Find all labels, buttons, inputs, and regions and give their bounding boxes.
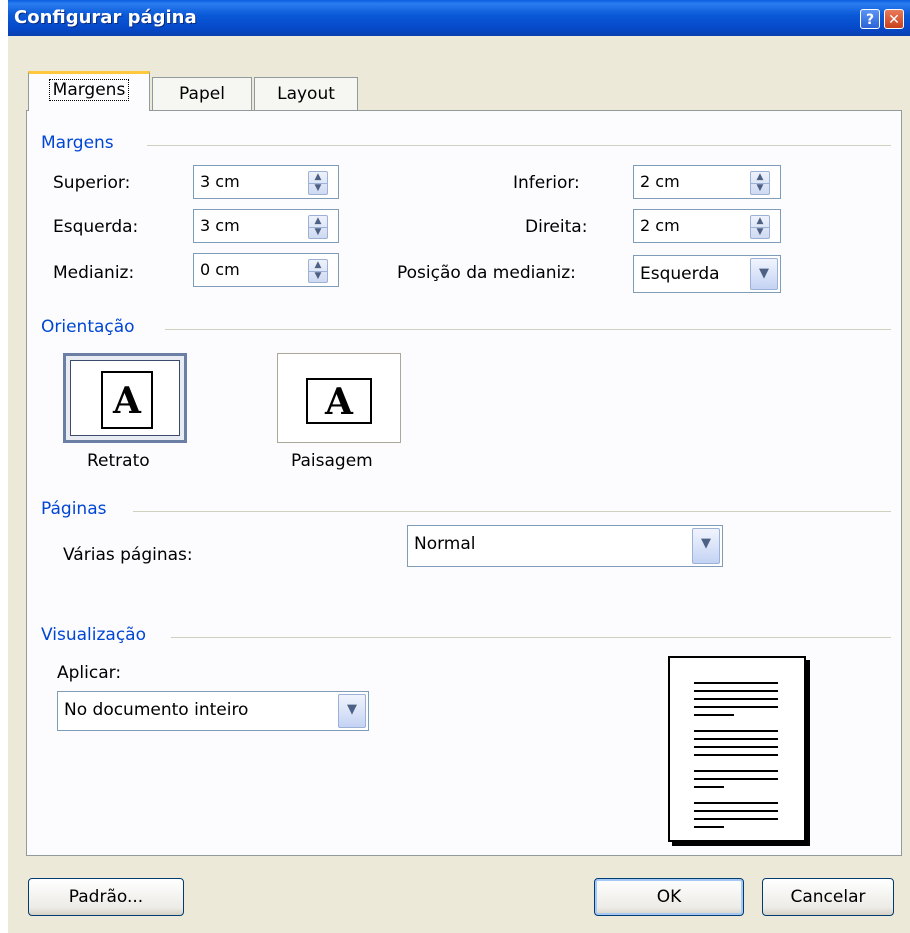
preview-group-divider	[171, 637, 891, 638]
gutter-value: 0 cm	[200, 260, 240, 279]
apply-to-select[interactable]: No documento inteiro ▼	[57, 691, 369, 731]
bottom-margin-value: 2 cm	[640, 172, 680, 191]
tab-margens-label: Margens	[48, 79, 130, 101]
orientation-group-divider	[165, 329, 891, 330]
portrait-option[interactable]: A	[63, 353, 187, 443]
preview-text-line	[694, 818, 778, 820]
top-margin-label: Superior:	[53, 173, 131, 193]
preview-text-line	[694, 754, 778, 756]
close-icon[interactable]: ✕	[884, 9, 904, 29]
preview-text-line	[694, 682, 778, 684]
spinner-arrows-icon[interactable]: ▲ ▼	[308, 259, 328, 283]
margins-group-label: Margens	[41, 133, 114, 153]
tab-layout[interactable]: Layout	[254, 77, 358, 111]
multiple-pages-select[interactable]: Normal ▼	[407, 525, 723, 567]
preview-group-label: Visualização	[41, 625, 146, 645]
preview-text-line	[694, 738, 778, 740]
tab-papel[interactable]: Papel	[152, 77, 252, 111]
dialog-title: Configurar página	[14, 7, 197, 28]
gutter-label: Medianiz:	[53, 263, 135, 283]
cancel-button[interactable]: Cancelar	[762, 878, 894, 916]
title-bar[interactable]: Configurar página ? ✕	[8, 0, 910, 36]
right-margin-value: 2 cm	[640, 216, 680, 235]
chevron-down-icon[interactable]: ▼	[338, 694, 366, 728]
spinner-arrows-icon[interactable]: ▲ ▼	[750, 215, 770, 239]
preview-text-line	[694, 746, 778, 748]
ok-button[interactable]: OK	[594, 878, 744, 916]
spinner-arrows-icon[interactable]: ▲ ▼	[308, 215, 328, 239]
gutter-position-label: Posição da medianiz:	[397, 263, 576, 283]
default-button[interactable]: Padrão...	[28, 878, 184, 916]
tab-layout-label: Layout	[277, 84, 335, 104]
spinner-arrows-icon[interactable]: ▲ ▼	[308, 171, 328, 195]
right-margin-label: Direita:	[525, 217, 588, 237]
chevron-down-icon[interactable]: ▼	[750, 258, 778, 290]
multiple-pages-value: Normal	[414, 534, 476, 554]
pages-group-divider	[133, 511, 891, 512]
chevron-down-icon[interactable]: ▼	[692, 528, 720, 564]
apply-label: Aplicar:	[57, 663, 122, 683]
left-margin-label: Esquerda:	[53, 217, 139, 237]
preview-text-line	[694, 690, 778, 692]
left-margin-value: 3 cm	[200, 216, 240, 235]
preview-text-line	[694, 706, 778, 708]
portrait-label[interactable]: Retrato	[87, 451, 150, 471]
right-margin-spinner[interactable]: 2 cm ▲ ▼	[633, 209, 781, 243]
orientation-group-label: Orientação	[41, 317, 135, 337]
gutter-position-value: Esquerda	[640, 264, 720, 284]
preview-text-line	[694, 714, 734, 716]
preview-text-line	[694, 802, 778, 804]
help-icon[interactable]: ?	[860, 9, 880, 29]
left-margin-spinner[interactable]: 3 cm ▲ ▼	[193, 209, 339, 243]
landscape-option[interactable]: A	[277, 353, 401, 443]
preview-text-line	[694, 826, 724, 828]
preview-text-line	[694, 778, 778, 780]
bottom-margin-spinner[interactable]: 2 cm ▲ ▼	[633, 165, 781, 199]
preview-text-line	[694, 770, 778, 772]
landscape-label[interactable]: Paisagem	[291, 451, 373, 471]
gutter-position-select[interactable]: Esquerda ▼	[633, 255, 781, 293]
top-margin-spinner[interactable]: 3 cm ▲ ▼	[193, 165, 339, 199]
multiple-pages-label: Várias páginas:	[63, 545, 193, 565]
portrait-page-icon: A	[101, 371, 153, 429]
apply-to-value: No documento inteiro	[64, 700, 249, 720]
preview-text-line	[694, 730, 778, 732]
page-preview-thumbnail	[668, 656, 806, 842]
preview-text-line	[694, 810, 778, 812]
spinner-arrows-icon[interactable]: ▲ ▼	[750, 171, 770, 195]
bottom-margin-label: Inferior:	[513, 173, 580, 193]
pages-group-label: Páginas	[41, 499, 107, 519]
tab-papel-label: Papel	[179, 84, 225, 104]
landscape-page-icon: A	[306, 378, 372, 424]
preview-text-line	[694, 698, 778, 700]
margins-group-divider	[147, 145, 891, 146]
top-margin-value: 3 cm	[200, 172, 240, 191]
gutter-spinner[interactable]: 0 cm ▲ ▼	[193, 253, 339, 287]
portrait-option-frame: A	[70, 360, 180, 436]
tab-margens[interactable]: Margens	[28, 71, 150, 111]
page-setup-dialog: Configurar página ? ✕ Margens Papel Layo…	[8, 0, 910, 933]
preview-text-line	[694, 786, 724, 788]
